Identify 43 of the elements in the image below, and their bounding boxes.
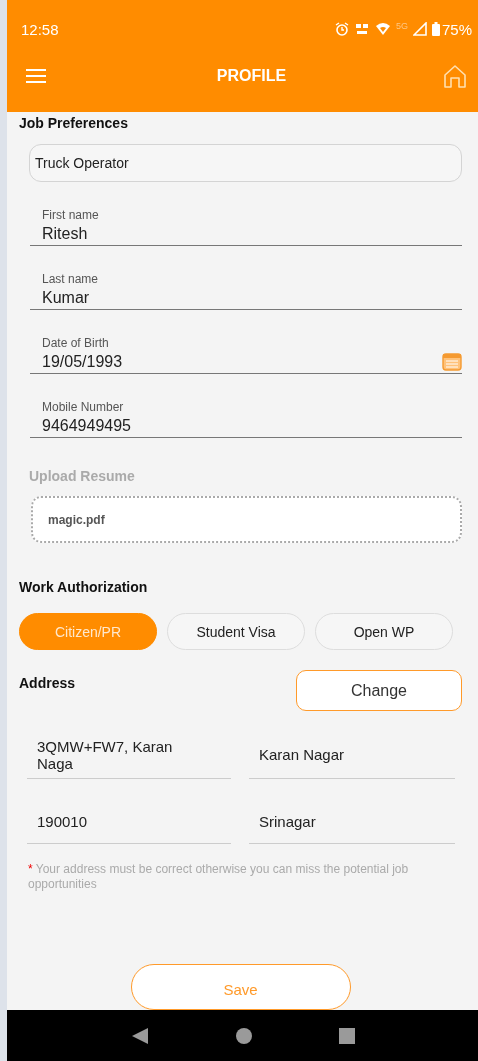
section-heading: Address xyxy=(19,675,76,691)
option-chip[interactable]: Open WP xyxy=(315,613,453,650)
address-field[interactable]: 3QMW+FW7, Karan Naga xyxy=(27,727,231,779)
address-field[interactable]: Srinagar xyxy=(249,795,455,844)
input-field[interactable]: First name Ritesh xyxy=(30,208,462,247)
section-heading: Job Preferences xyxy=(19,114,129,132)
address-note: * Your address must be correct otherwise you can miss the potential job opportunities xyxy=(28,862,410,892)
menu-button[interactable] xyxy=(25,68,47,84)
status-time: 12:58 xyxy=(21,20,59,38)
input-field[interactable]: Date of Birth 19/05/1993 xyxy=(30,336,462,375)
field-value: Ritesh xyxy=(42,224,88,245)
home-button[interactable] xyxy=(442,63,468,89)
back-icon xyxy=(130,1026,149,1045)
home-icon xyxy=(442,63,468,89)
alarm-icon xyxy=(334,22,349,36)
battery-icon xyxy=(431,22,440,36)
menu-icon xyxy=(25,68,47,84)
file-name: magic.pdf xyxy=(48,512,105,527)
address-field[interactable]: 190010 xyxy=(27,795,231,844)
field-label: Mobile Number xyxy=(42,400,125,415)
section-heading: Upload Resume xyxy=(29,468,136,485)
address-field[interactable]: Karan Nagar xyxy=(249,727,455,779)
calendar-icon xyxy=(442,351,462,372)
input-field[interactable]: Mobile Number 9464949495 xyxy=(30,400,462,439)
job-preference-field[interactable]: Truck Operator xyxy=(29,144,462,183)
home-circle-icon xyxy=(235,1027,252,1044)
input-field[interactable]: Last name Kumar xyxy=(30,272,462,311)
field-value: Kumar xyxy=(42,288,90,309)
section-heading: Work Authorization xyxy=(19,579,149,595)
change-button[interactable]: Change xyxy=(296,670,462,711)
screen-title: PROFILE xyxy=(216,67,287,85)
field-label: First name xyxy=(42,208,100,223)
battery-level: 75% xyxy=(441,20,472,38)
wifi-icon xyxy=(374,22,391,36)
recents-icon xyxy=(338,1027,355,1044)
field-value: 19/05/1993 xyxy=(42,352,123,373)
field-value: 9464949495 xyxy=(42,416,131,437)
field-label: Last name xyxy=(42,272,100,287)
field-label: Date of Birth xyxy=(42,336,110,351)
network-label: 5G xyxy=(395,21,408,31)
upload-box[interactable]: magic.pdf xyxy=(31,496,462,543)
option-chip[interactable]: Student Visa xyxy=(167,613,305,650)
signal-icon xyxy=(412,22,427,36)
